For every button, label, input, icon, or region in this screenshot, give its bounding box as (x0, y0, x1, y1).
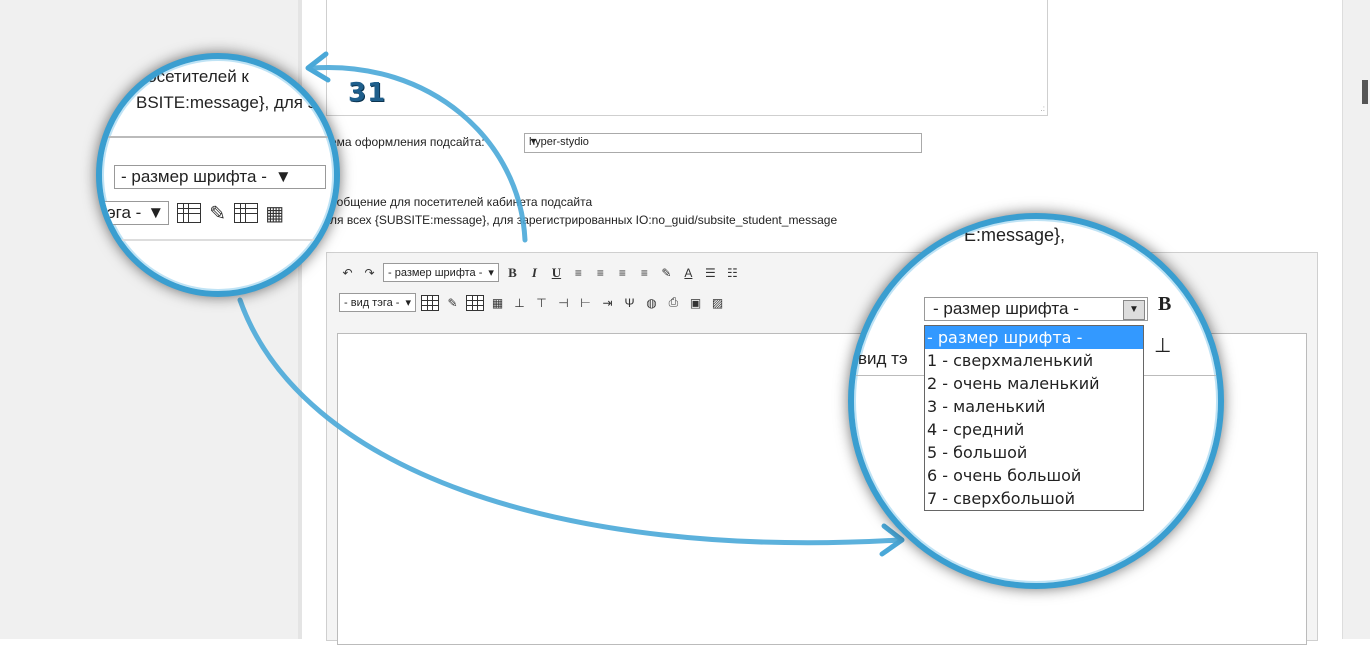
tag-type-select[interactable]: - вид тэга - ▾ (339, 293, 416, 312)
magnifier-right: E:message}, - размер шрифта - ▼ B вид тэ… (848, 213, 1224, 589)
table-properties-icon[interactable] (465, 294, 484, 311)
align-center-icon[interactable]: ≡ (592, 264, 609, 281)
dropdown-option[interactable]: 2 - очень маленький (925, 372, 1143, 395)
magnified-text-line-1: посетителей к (138, 67, 249, 86)
table-edit-icon[interactable]: ✎ (209, 203, 226, 225)
align-right-icon[interactable]: ≡ (614, 264, 631, 281)
magnified-text-top: E:message}, (964, 225, 1066, 245)
undo-icon[interactable]: ↶ (339, 264, 356, 281)
cell-properties-icon[interactable]: ▦ (489, 294, 506, 311)
dropdown-option[interactable]: 7 - сверхбольшой (925, 487, 1143, 510)
bold-icon[interactable]: B (1158, 293, 1171, 316)
magnified-tag-label: вид тэ (858, 349, 908, 368)
table-icon[interactable] (177, 203, 202, 223)
font-size-select-label: - размер шрифта - (388, 266, 483, 279)
table-icon[interactable] (420, 294, 439, 311)
chevron-down-icon: ▼ (529, 136, 538, 146)
bullet-list-icon[interactable]: ☰ (702, 264, 719, 281)
theme-select[interactable]: hyper-stydio ▼ (524, 133, 922, 153)
magnified-font-size-select[interactable]: - размер шрифта - ▼ (114, 165, 326, 189)
insert-row-below-icon[interactable]: ⊤ (533, 294, 550, 311)
insert-col-right-icon[interactable]: ⊢ (577, 294, 594, 311)
dropdown-option[interactable]: 4 - средний (925, 418, 1143, 441)
previous-textarea[interactable]: .: (326, 0, 1048, 116)
magnified-tag-select[interactable]: эга - ▼ (102, 201, 170, 225)
divider (102, 239, 334, 241)
split-cell-icon[interactable]: Ψ (621, 294, 638, 311)
bold-icon[interactable]: B (504, 264, 521, 281)
align-justify-icon[interactable]: ≡ (636, 264, 653, 281)
magnified-font-size-label: - размер шрифта - (933, 299, 1079, 318)
numbered-list-icon[interactable]: ☷ (724, 264, 741, 281)
magnified-text-line-2: BSITE:message}, для з (136, 93, 316, 112)
chevron-down-icon: ▼ (274, 167, 292, 186)
chevron-down-icon[interactable]: ▼ (1123, 300, 1145, 320)
magnifier-left: посетителей к BSITE:message}, для з - ра… (96, 53, 340, 297)
divider (102, 136, 334, 138)
font-size-dropdown-list: - размер шрифта - 1 - сверхмаленький 2 -… (924, 325, 1144, 511)
step-number: 31 (348, 78, 387, 108)
insert-row-above-icon[interactable]: ⊥ (511, 294, 528, 311)
tag-type-select-label: - вид тэга - (344, 296, 400, 309)
resize-grip-icon[interactable]: .: (1041, 104, 1045, 113)
message-hint: ля всех {SUBSITE:message}, для зарегистр… (330, 213, 838, 227)
image-edit-icon[interactable]: ▨ (709, 294, 726, 311)
magnified-font-size-select[interactable]: - размер шрифта - ▼ (924, 297, 1148, 321)
scrollbar-thumb[interactable] (1362, 80, 1368, 104)
toolbar-row-2: - вид тэга - ▾ ✎ ▦ ⊥ ⊤ ⊣ ⊢ ⇥ Ψ ◍ ⎙ ▣ ▨ (339, 293, 726, 312)
table-edit-icon[interactable]: ✎ (444, 294, 461, 311)
arrowhead-left-icon (305, 51, 331, 83)
font-size-select[interactable]: - размер шрифта - ▾ (383, 263, 499, 282)
magnified-font-size-label: - размер шрифта - (121, 167, 267, 186)
insert-col-left-icon[interactable]: ⊣ (555, 294, 572, 311)
dropdown-option[interactable]: 3 - маленький (925, 395, 1143, 418)
chevron-down-icon: ▾ (488, 267, 494, 279)
dropdown-option[interactable]: 1 - сверхмаленький (925, 349, 1143, 372)
dropdown-option[interactable]: 5 - большой (925, 441, 1143, 464)
highlight-pen-icon[interactable]: ✎ (658, 264, 675, 281)
chevron-down-icon: ▼ (147, 203, 165, 222)
magnified-toolbar-row: эга - ▼ ✎ ▦ (102, 201, 284, 225)
align-left-icon[interactable]: ≡ (570, 264, 587, 281)
redo-icon[interactable]: ↷ (361, 264, 378, 281)
image-icon[interactable]: ▣ (687, 294, 704, 311)
font-color-icon[interactable]: A (680, 264, 697, 281)
magnified-tag-label: эга - (107, 203, 142, 222)
chevron-down-icon: ▾ (405, 297, 411, 309)
toolbar-row-1: ↶ ↷ - размер шрифта - ▾ B I U ≡ ≡ ≡ ≡ ✎ … (339, 263, 741, 282)
table-properties-icon[interactable] (234, 203, 259, 223)
cell-properties-icon[interactable]: ▦ (265, 203, 284, 225)
insert-row-above-icon[interactable]: ⊥ (1154, 333, 1171, 358)
dropdown-option[interactable]: - размер шрифта - (925, 326, 1143, 349)
underline-icon[interactable]: U (548, 264, 565, 281)
theme-label: ема оформления подсайта: (330, 135, 485, 149)
italic-icon[interactable]: I (526, 264, 543, 281)
print-icon[interactable]: ⎙ (665, 294, 682, 311)
link-globe-icon[interactable]: ◍ (643, 294, 660, 311)
delete-col-icon[interactable]: ⇥ (599, 294, 616, 311)
dropdown-option[interactable]: 6 - очень большой (925, 464, 1143, 487)
message-caption: ообщение для посетителей кабинета подсай… (330, 193, 837, 229)
message-title: ообщение для посетителей кабинета подсай… (330, 195, 593, 209)
